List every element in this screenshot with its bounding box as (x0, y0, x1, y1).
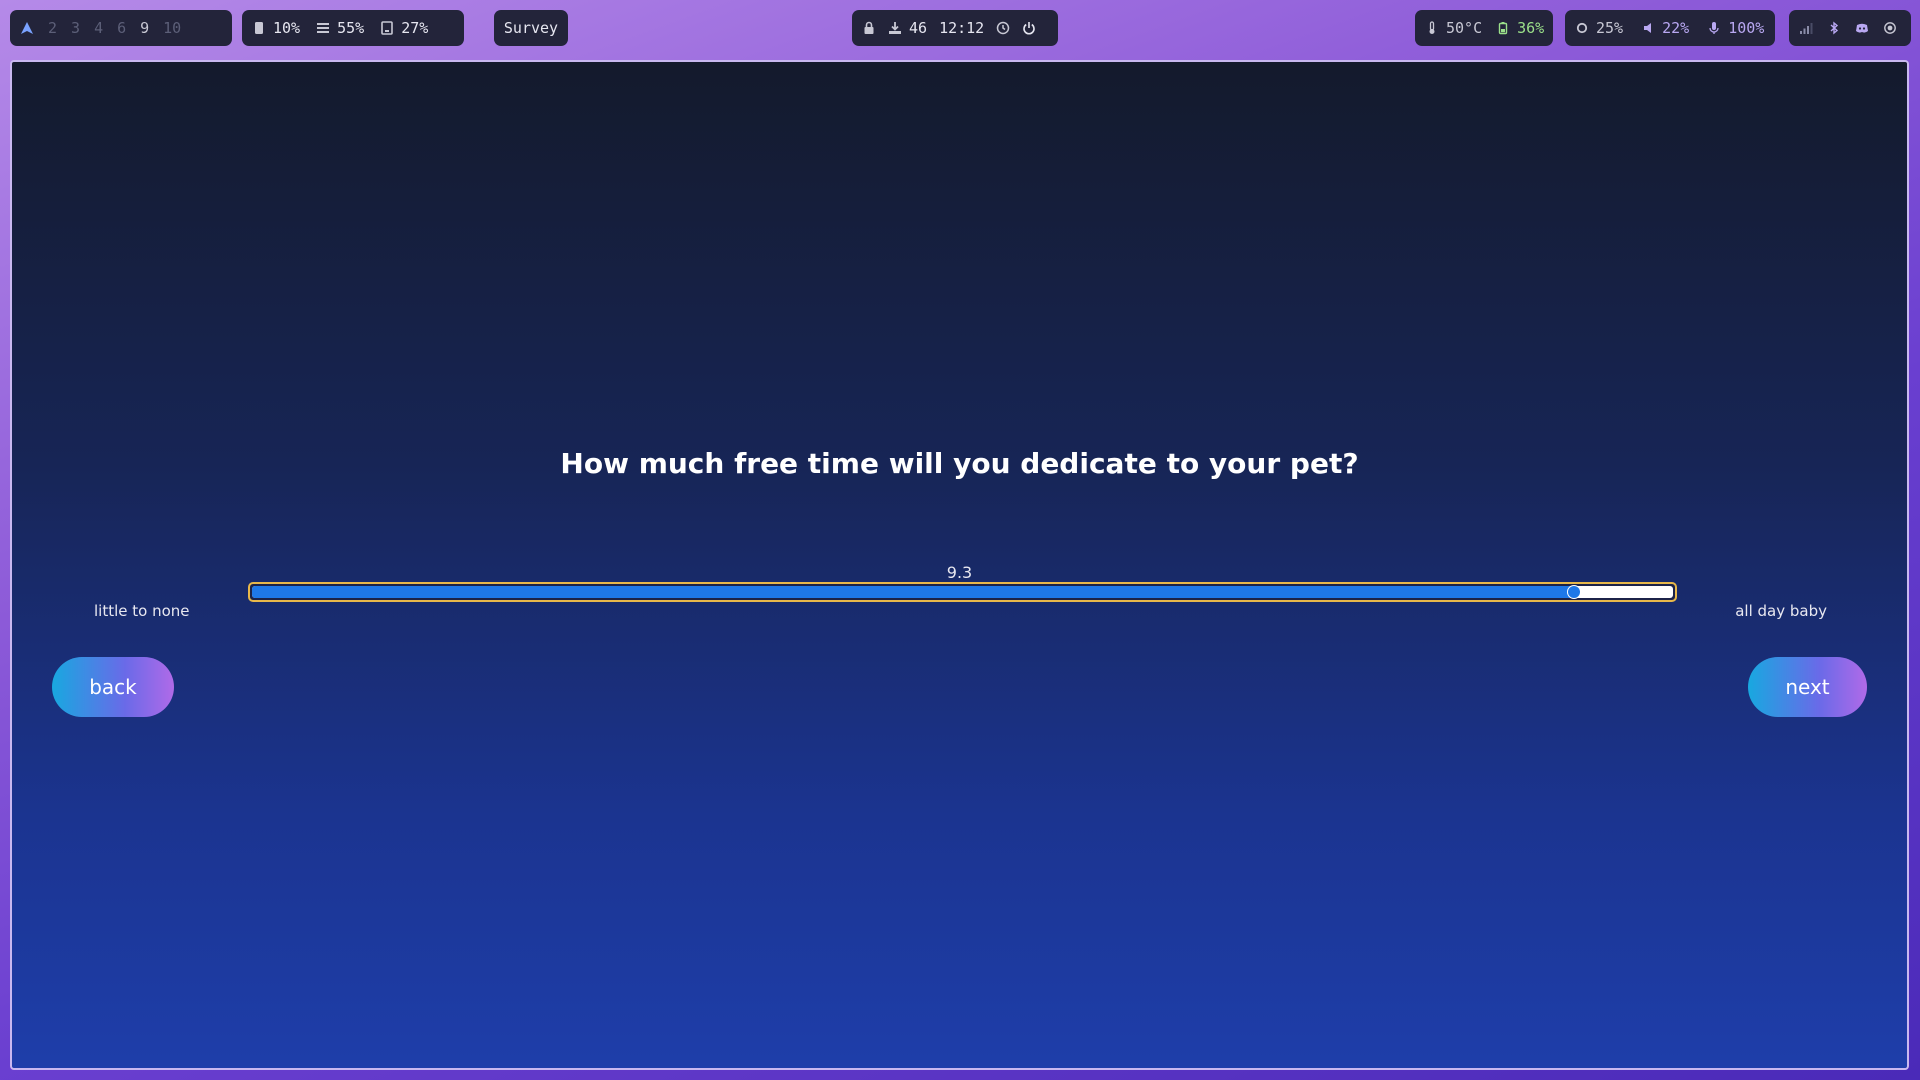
battery-icon (1496, 21, 1510, 35)
survey-window: How much free time will you dedicate to … (10, 60, 1909, 1070)
temperature-indicator: 50°C (1425, 19, 1482, 37)
signal-icon[interactable] (1799, 21, 1813, 35)
discord-icon[interactable] (1855, 21, 1869, 35)
slider-value-label: 9.3 (946, 563, 973, 582)
updates-indicator[interactable]: 46 (888, 19, 927, 37)
download-icon (888, 21, 902, 35)
swap-usage-value: 27% (401, 19, 429, 37)
swap-icon (380, 21, 394, 35)
updates-count: 46 (909, 19, 928, 37)
battery-indicator: 36% (1496, 19, 1544, 37)
disk-usage: 10% (252, 19, 300, 37)
thermometer-icon (1425, 21, 1439, 35)
lock-icon[interactable] (862, 21, 876, 35)
levels-cluster: 25% 22% 100% (1565, 10, 1775, 46)
alarm-clock-icon[interactable] (996, 21, 1010, 35)
disk-icon (252, 21, 266, 35)
speaker-icon (1641, 21, 1655, 35)
workspace-3[interactable]: 3 (71, 19, 80, 37)
brightness-value: 25% (1596, 19, 1624, 37)
bluetooth-icon[interactable] (1827, 21, 1841, 35)
survey-question: How much free time will you dedicate to … (560, 447, 1359, 480)
active-window-title[interactable]: Survey (494, 10, 568, 46)
clock[interactable]: 12:12 (939, 19, 984, 37)
sensors-cluster: 50°C 36% (1415, 10, 1553, 46)
next-button[interactable]: next (1748, 657, 1867, 717)
arch-logo-icon[interactable] (20, 21, 34, 35)
workspace-10[interactable]: 10 (163, 19, 181, 37)
microphone-control[interactable]: 100% (1707, 19, 1764, 37)
time-slider[interactable] (248, 582, 1677, 602)
brightness-icon (1575, 21, 1589, 35)
workspace-switcher: 2 3 4 6 9 10 (10, 10, 232, 46)
volume-control[interactable]: 22% (1641, 19, 1689, 37)
system-tray (1789, 10, 1911, 46)
slider-min-label: little to none (94, 602, 190, 620)
microphone-icon (1707, 21, 1721, 35)
microphone-value: 100% (1728, 19, 1765, 37)
memory-usage: 55% (316, 19, 364, 37)
power-icon[interactable] (1022, 21, 1036, 35)
brightness-control[interactable]: 25% (1575, 19, 1623, 37)
slider-thumb[interactable] (1567, 586, 1580, 598)
disk-usage-value: 10% (273, 19, 301, 37)
workspace-6[interactable]: 6 (117, 19, 126, 37)
notification-icon[interactable] (1883, 21, 1897, 35)
memory-icon (316, 21, 330, 35)
back-button[interactable]: back (52, 657, 174, 717)
workspace-9[interactable]: 9 (140, 19, 149, 37)
workspace-2[interactable]: 2 (48, 19, 57, 37)
temperature-value: 50°C (1446, 19, 1483, 37)
window-title-text: Survey (503, 19, 559, 37)
memory-usage-value: 55% (337, 19, 365, 37)
slider-max-label: all day baby (1735, 602, 1827, 620)
slider-track[interactable] (252, 586, 1673, 598)
slider-fill (252, 586, 1574, 598)
workspace-4[interactable]: 4 (94, 19, 103, 37)
battery-value: 36% (1517, 19, 1545, 37)
top-status-bar: 2 3 4 6 9 10 10% 55% 27% Survey 46 12:12… (0, 0, 1920, 56)
volume-value: 22% (1662, 19, 1690, 37)
center-cluster: 46 12:12 (852, 10, 1058, 46)
system-stats: 10% 55% 27% (242, 10, 464, 46)
swap-usage: 27% (380, 19, 428, 37)
